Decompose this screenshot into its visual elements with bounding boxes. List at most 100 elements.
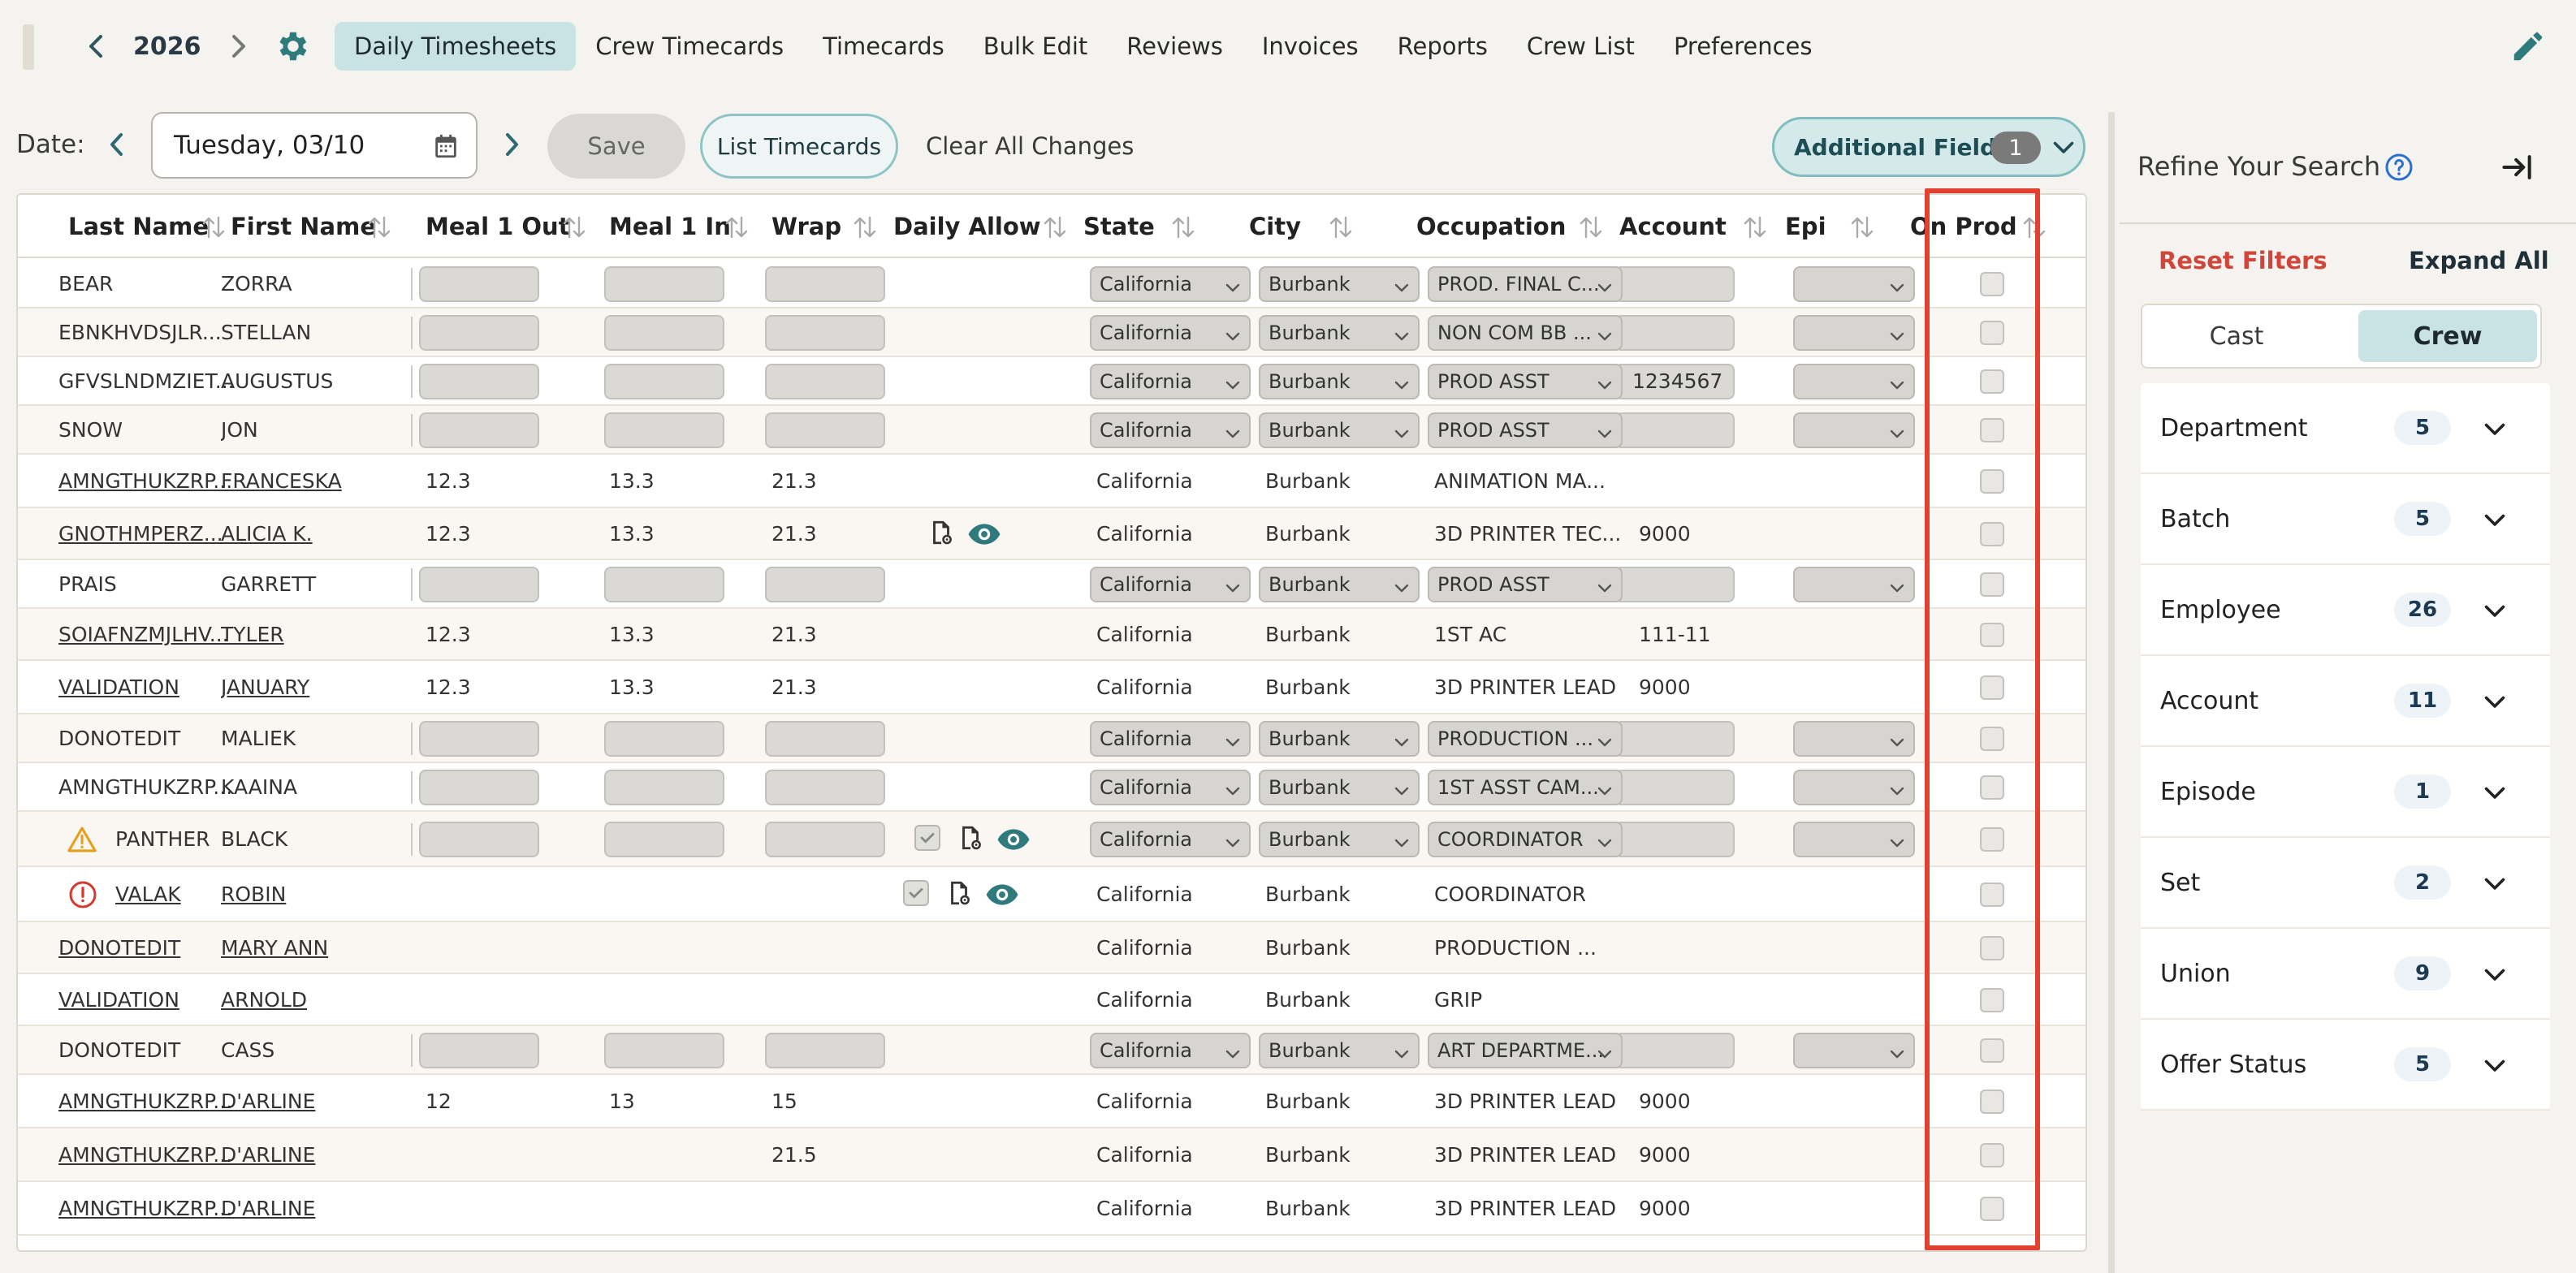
account-input[interactable] xyxy=(1614,567,1735,602)
city-select[interactable]: Burbank xyxy=(1259,315,1420,351)
chevron-down-icon[interactable] xyxy=(2480,960,2509,989)
state-select[interactable]: California xyxy=(1090,364,1251,399)
chevron-down-icon[interactable] xyxy=(2480,687,2509,716)
state-select[interactable]: California xyxy=(1090,721,1251,757)
eye-icon[interactable] xyxy=(966,520,1002,549)
gear-icon[interactable] xyxy=(273,28,310,65)
sort-icon[interactable] xyxy=(724,214,749,240)
occupation-select[interactable]: PROD ASST xyxy=(1428,567,1623,602)
meal-in-input[interactable] xyxy=(604,364,724,399)
state-select[interactable]: California xyxy=(1090,770,1251,805)
meal-out-input[interactable] xyxy=(419,822,539,857)
reset-filters-button[interactable]: Reset Filters xyxy=(2159,247,2327,274)
sort-icon[interactable] xyxy=(1743,214,1767,240)
last-name-cell[interactable]: SOIAFNZMJLHV... xyxy=(58,609,234,659)
account-input[interactable] xyxy=(1614,721,1735,757)
last-name-cell[interactable]: AMNGTHUKZRP... xyxy=(58,455,234,507)
account-input[interactable] xyxy=(1614,266,1735,302)
sort-icon[interactable] xyxy=(1171,214,1195,240)
on-prod-checkbox[interactable] xyxy=(1980,272,2004,296)
city-select[interactable]: Burbank xyxy=(1259,412,1420,448)
tab-daily-timesheets[interactable]: Daily Timesheets xyxy=(335,22,577,71)
episode-select[interactable] xyxy=(1793,567,1915,602)
chevron-down-icon[interactable] xyxy=(2480,778,2509,807)
eye-icon[interactable] xyxy=(996,825,1031,854)
table-row[interactable]: VALAK ROBIN California Burbank COORDINATOR xyxy=(18,867,2085,922)
table-row[interactable]: VALIDATION ARNOLD California Burbank GRIP xyxy=(18,974,2085,1026)
first-name-cell[interactable]: ROBIN xyxy=(221,867,408,921)
facet-department[interactable]: Department 5 xyxy=(2141,383,2550,474)
wrap-input[interactable] xyxy=(765,770,885,805)
on-prod-checkbox[interactable] xyxy=(1980,1038,2004,1063)
city-select[interactable]: Burbank xyxy=(1259,364,1420,399)
first-name-cell[interactable]: JANUARY xyxy=(221,661,408,713)
meal-out-input[interactable] xyxy=(419,266,539,302)
error-icon[interactable] xyxy=(68,880,97,909)
wrap-input[interactable] xyxy=(765,364,885,399)
state-select[interactable]: California xyxy=(1090,266,1251,302)
on-prod-checkbox[interactable] xyxy=(1980,522,2004,546)
city-select[interactable]: Burbank xyxy=(1259,266,1420,302)
on-prod-checkbox[interactable] xyxy=(1980,418,2004,442)
account-input[interactable] xyxy=(1614,822,1735,857)
wrap-input[interactable] xyxy=(765,567,885,602)
chevron-down-icon[interactable] xyxy=(2480,869,2509,898)
sort-icon[interactable] xyxy=(1579,214,1603,240)
sort-icon[interactable] xyxy=(562,214,586,240)
tab-crew-list[interactable]: Crew List xyxy=(1507,22,1654,71)
meal-out-input[interactable] xyxy=(419,364,539,399)
on-prod-checkbox[interactable] xyxy=(1980,469,2004,494)
on-prod-checkbox[interactable] xyxy=(1980,775,2004,800)
tab-crew-timecards[interactable]: Crew Timecards xyxy=(576,22,803,71)
sort-icon[interactable] xyxy=(201,214,226,240)
chevron-left-icon[interactable] xyxy=(101,128,133,161)
episode-select[interactable] xyxy=(1793,315,1915,351)
on-prod-checkbox[interactable] xyxy=(1980,572,2004,597)
on-prod-checkbox[interactable] xyxy=(1980,827,2004,852)
episode-select[interactable] xyxy=(1793,822,1915,857)
tab-timecards[interactable]: Timecards xyxy=(803,22,964,71)
table-row[interactable]: DONOTEDIT MARY ANN California Burbank PRODUC… xyxy=(18,922,2085,974)
table-row[interactable]: EBNKHVDSJLR... STELLAN California Burbank NO… xyxy=(18,309,2085,357)
warning-icon[interactable] xyxy=(67,826,97,853)
last-name-cell[interactable]: VALIDATION xyxy=(58,974,234,1025)
first-name-cell[interactable]: TYLER xyxy=(221,609,408,659)
sort-icon[interactable] xyxy=(367,214,391,240)
table-row[interactable]: BEAR ZORRA California Burbank PROD. FINAL C.… xyxy=(18,260,2085,309)
column-header-epi[interactable]: Epi xyxy=(1785,195,1826,258)
clear-all-changes-button[interactable]: Clear All Changes xyxy=(926,114,1134,179)
occupation-select[interactable]: PRODUCTION ... xyxy=(1428,721,1623,757)
sort-icon[interactable] xyxy=(853,214,877,240)
table-row[interactable]: AMNGTHUKZRP... D'ARLINE 21.5 California Burb… xyxy=(18,1128,2085,1182)
episode-select[interactable] xyxy=(1793,721,1915,757)
meal-in-input[interactable] xyxy=(604,822,724,857)
document-view-icon[interactable] xyxy=(927,518,955,547)
last-name-cell[interactable]: VALIDATION xyxy=(58,661,234,713)
sort-icon[interactable] xyxy=(1329,214,1353,240)
meal-in-input[interactable] xyxy=(604,567,724,602)
first-name-cell[interactable]: D'ARLINE xyxy=(221,1075,408,1127)
state-select[interactable]: California xyxy=(1090,567,1251,602)
table-row[interactable]: PRAIS GARRETT California Burbank PROD ASST xyxy=(18,560,2085,609)
state-select[interactable]: California xyxy=(1090,315,1251,351)
facet-offer-status[interactable]: Offer Status 5 xyxy=(2141,1020,2550,1111)
on-prod-checkbox[interactable] xyxy=(1980,675,2004,700)
column-header-occupation[interactable]: Occupation xyxy=(1416,195,1566,258)
meal-out-input[interactable] xyxy=(419,770,539,805)
column-header-meal-1-out[interactable]: Meal 1 Out xyxy=(426,195,570,258)
save-button[interactable]: Save xyxy=(547,114,685,179)
first-name-cell[interactable]: D'ARLINE xyxy=(221,1128,408,1180)
occupation-select[interactable]: COORDINATOR xyxy=(1428,822,1623,857)
facet-account[interactable]: Account 11 xyxy=(2141,656,2550,747)
city-select[interactable]: Burbank xyxy=(1259,721,1420,757)
document-view-icon[interactable] xyxy=(945,878,973,908)
meal-in-input[interactable] xyxy=(604,721,724,757)
column-header-meal-1-in[interactable]: Meal 1 In xyxy=(609,195,731,258)
help-icon[interactable] xyxy=(2384,153,2414,182)
chevron-right-icon[interactable] xyxy=(495,128,528,161)
first-name-cell[interactable]: MARY ANN xyxy=(221,922,408,973)
pencil-icon[interactable] xyxy=(2509,28,2547,65)
list-timecards-button[interactable]: List Timecards xyxy=(700,114,898,179)
column-header-on-prod[interactable]: On Prod xyxy=(1910,195,2017,258)
facet-union[interactable]: Union 9 xyxy=(2141,929,2550,1020)
